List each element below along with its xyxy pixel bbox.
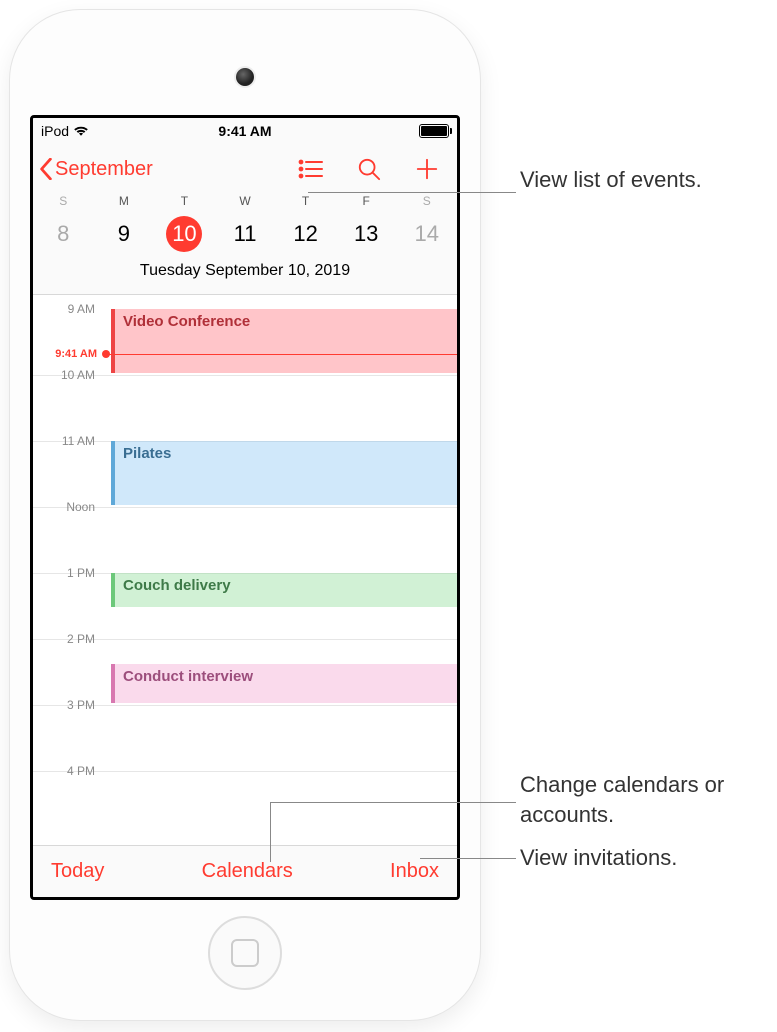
hour-label: 10 AM: [33, 368, 103, 382]
hour-label: 2 PM: [33, 632, 103, 646]
week-header: SMTWTFS 891011121314 Tuesday September 1…: [33, 194, 457, 295]
day-number[interactable]: 13: [336, 216, 397, 252]
weekday-label: S: [33, 194, 94, 208]
weekday-row: SMTWTFS: [33, 194, 457, 208]
front-camera: [236, 68, 254, 86]
status-bar: iPod 9:41 AM: [33, 118, 457, 144]
hour-gridline: [33, 771, 457, 837]
weekday-label: M: [94, 194, 155, 208]
nav-bar: September: [33, 144, 457, 194]
device-frame: iPod 9:41 AM September: [10, 10, 480, 1020]
hour-gridline: [33, 705, 457, 771]
current-time-line: [103, 354, 457, 355]
add-event-button[interactable]: [413, 155, 441, 183]
current-time-label: 9:41 AM: [33, 348, 103, 360]
callout-line: [270, 802, 271, 862]
list-icon: [298, 158, 324, 180]
day-number[interactable]: 8: [33, 216, 94, 252]
hour-label: 1 PM: [33, 566, 103, 580]
back-label: September: [55, 158, 153, 181]
weekday-label: F: [336, 194, 397, 208]
status-time: 9:41 AM: [177, 123, 313, 139]
calendar-event[interactable]: Pilates: [111, 441, 457, 505]
weekday-label: T: [275, 194, 336, 208]
back-button[interactable]: September: [39, 158, 297, 181]
selected-date-label: Tuesday September 10, 2019: [33, 252, 457, 286]
calendar-event[interactable]: Couch delivery: [111, 573, 457, 607]
hour-label: 9 AM: [33, 302, 103, 316]
calendar-event[interactable]: Conduct interview: [111, 664, 457, 703]
callout-line: [308, 192, 516, 193]
search-button[interactable]: [355, 155, 383, 183]
weekday-label: W: [215, 194, 276, 208]
hour-label: 4 PM: [33, 764, 103, 778]
bottom-toolbar: Today Calendars Inbox: [33, 845, 457, 897]
hour-label: 3 PM: [33, 698, 103, 712]
callout-list-view: View list of events.: [520, 165, 702, 195]
list-view-button[interactable]: [297, 155, 325, 183]
callout-line: [420, 858, 516, 859]
calendar-event[interactable]: Video Conference: [111, 309, 457, 373]
weekday-label: S: [396, 194, 457, 208]
day-number-row: 891011121314: [33, 216, 457, 252]
plus-icon: [415, 157, 439, 181]
day-number[interactable]: 14: [396, 216, 457, 252]
weekday-label: T: [154, 194, 215, 208]
day-number[interactable]: 9: [94, 216, 155, 252]
hour-label: Noon: [33, 500, 103, 514]
chevron-left-icon: [39, 158, 53, 180]
wifi-icon: [73, 125, 89, 137]
day-number[interactable]: 10: [154, 216, 215, 252]
day-number[interactable]: 12: [275, 216, 336, 252]
carrier-label: iPod: [41, 123, 69, 139]
callout-calendars: Change calendars or accounts.: [520, 770, 770, 829]
callout-inbox: View invitations.: [520, 843, 677, 873]
today-button[interactable]: Today: [47, 856, 108, 887]
day-timeline[interactable]: 9 AM 10 AM 11 AM Noon 1 PM 2 PM 3 PM 4 PM Video …: [33, 295, 457, 845]
current-time-dot: [102, 350, 110, 358]
hour-label: 11 AM: [33, 434, 103, 448]
screen: iPod 9:41 AM September: [30, 115, 460, 900]
hour-gridline: [33, 375, 457, 441]
hour-gridline: [33, 507, 457, 573]
home-button[interactable]: [208, 916, 282, 990]
battery-icon: [419, 124, 449, 138]
day-number[interactable]: 11: [215, 216, 276, 252]
inbox-button[interactable]: Inbox: [386, 856, 443, 887]
callout-line: [270, 802, 516, 803]
search-icon: [357, 157, 381, 181]
calendars-button[interactable]: Calendars: [198, 856, 297, 887]
